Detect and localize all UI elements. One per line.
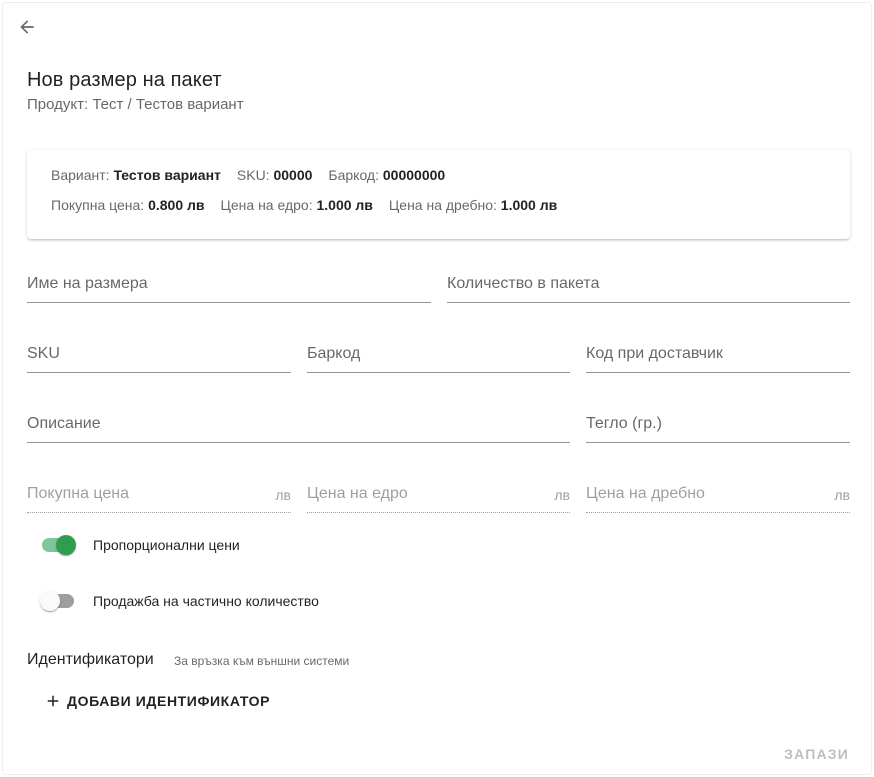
description-label: Описание <box>27 415 101 432</box>
retail-price-field-label: Цена на дребно <box>586 485 705 502</box>
back-button[interactable] <box>14 14 40 40</box>
purchase-price-value: 0.800 лв <box>148 197 205 213</box>
purchase-price-info: Покупна цена: 0.800 лв <box>51 197 205 213</box>
barcode-field[interactable]: Баркод <box>307 339 570 373</box>
quantity-in-package-field[interactable]: Количество в пакета <box>447 269 850 303</box>
proportional-prices-row: Пропорционални цени <box>40 535 240 555</box>
supplier-code-field[interactable]: Код при доставчик <box>586 339 850 373</box>
sku-label: SKU: <box>236 167 270 183</box>
sku-field-label: SKU <box>27 345 60 362</box>
variant-label: Вариант: <box>51 167 110 183</box>
variant-value: Тестов вариант <box>113 167 221 183</box>
save-button[interactable]: ЗАПАЗИ <box>784 746 849 762</box>
retail-price-info: Цена на дребно: 1.000 лв <box>389 197 557 213</box>
price-info-row: Покупна цена: 0.800 лв Цена на едро: 1.0… <box>51 197 573 213</box>
plus-icon <box>47 695 59 707</box>
partial-quantity-label: Продажба на частично количество <box>93 593 319 609</box>
weight-field[interactable]: Тегло (гр.) <box>586 409 850 443</box>
partial-quantity-toggle[interactable] <box>40 591 76 611</box>
variant-info-card: Вариант: Тестов вариант SKU: 00000 Барко… <box>27 150 850 239</box>
retail-price-value: 1.000 лв <box>500 197 558 213</box>
proportional-prices-toggle[interactable] <box>40 535 76 555</box>
variant-info: Вариант: Тестов вариант <box>51 167 221 183</box>
description-field[interactable]: Описание <box>27 409 570 443</box>
arrow-left-icon <box>20 20 34 34</box>
identifiers-title: Идентификатори <box>27 651 154 668</box>
add-identifier-button[interactable]: ДОБАВИ ИДЕНТИФИКАТОР <box>44 688 270 714</box>
wholesale-price-label: Цена на едро: <box>220 197 313 213</box>
quantity-in-package-label: Количество в пакета <box>447 275 600 292</box>
toggle-thumb <box>56 535 76 555</box>
wholesale-price-field: Цена на едро лв <box>307 479 570 513</box>
toggle-thumb <box>40 591 60 611</box>
size-name-label: Име на размера <box>27 275 148 292</box>
supplier-code-label: Код при доставчик <box>586 345 723 362</box>
purchase-price-label: Покупна цена: <box>51 197 145 213</box>
wholesale-price-info: Цена на едро: 1.000 лв <box>221 197 373 213</box>
currency-suffix: лв <box>834 487 850 503</box>
page-title: Нов размер на пакет <box>27 69 222 91</box>
currency-suffix: лв <box>275 487 291 503</box>
currency-suffix: лв <box>554 487 570 503</box>
sku-value: 00000 <box>273 167 313 183</box>
partial-quantity-row: Продажба на частично количество <box>40 591 319 611</box>
identifiers-hint: За връзка към външни системи <box>174 654 350 668</box>
weight-label: Тегло (гр.) <box>586 415 662 432</box>
sku-field[interactable]: SKU <box>27 339 291 373</box>
wholesale-price-field-label: Цена на едро <box>307 485 408 502</box>
size-name-field[interactable]: Име на размера <box>27 269 431 303</box>
barcode-info: Баркод: 00000000 <box>328 167 445 183</box>
page-subtitle: Продукт: Тест / Тестов вариант <box>27 96 244 113</box>
proportional-prices-label: Пропорционални цени <box>93 537 240 553</box>
add-identifier-label: ДОБАВИ ИДЕНТИФИКАТОР <box>67 693 271 709</box>
wholesale-price-value: 1.000 лв <box>316 197 373 213</box>
purchase-price-field: Покупна цена лв <box>27 479 291 513</box>
retail-price-label: Цена на дребно: <box>388 197 497 213</box>
purchase-price-field-label: Покупна цена <box>27 485 130 502</box>
sku-info: SKU: 00000 <box>237 167 313 183</box>
retail-price-field: Цена на дребно лв <box>586 479 850 513</box>
barcode-value: 00000000 <box>382 167 446 183</box>
barcode-label: Баркод: <box>328 167 379 183</box>
barcode-field-label: Баркод <box>307 345 361 362</box>
variant-info-row: Вариант: Тестов вариант SKU: 00000 Барко… <box>51 167 461 183</box>
